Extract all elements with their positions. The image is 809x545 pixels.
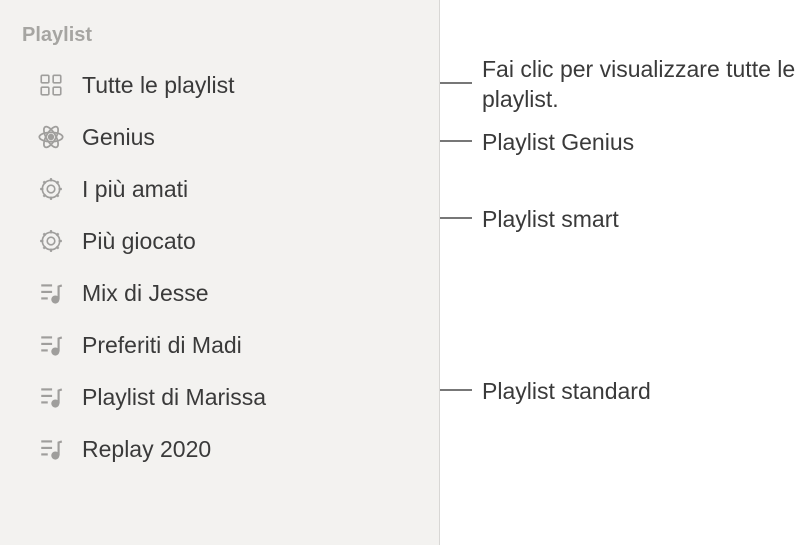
playlist-label: I più amati (82, 176, 188, 203)
playlist-sidebar: Playlist Tutte le playlist Genius (0, 0, 440, 545)
sidebar-item-mix-jesse[interactable]: Mix di Jesse (20, 267, 419, 319)
sidebar-item-replay[interactable]: Replay 2020 (20, 423, 419, 475)
annotation-smart: Playlist smart (482, 205, 619, 235)
sidebar-item-pref-madi[interactable]: Preferiti di Madi (20, 319, 419, 371)
playlist-label: Playlist di Marissa (82, 384, 266, 411)
gear-icon (36, 174, 66, 204)
sidebar-item-loved[interactable]: I più amati (20, 163, 419, 215)
gear-icon (36, 226, 66, 256)
playlist-label: Genius (82, 124, 155, 151)
atom-icon (36, 122, 66, 152)
annotation-area: Fai clic per visualizzare tutte le playl… (440, 0, 809, 545)
sidebar-item-genius[interactable]: Genius (20, 111, 419, 163)
playlist-label: Replay 2020 (82, 436, 211, 463)
sidebar-item-most-played[interactable]: Più giocato (20, 215, 419, 267)
music-list-icon (36, 434, 66, 464)
annotation-genius: Playlist Genius (482, 128, 634, 158)
sidebar-item-marissa[interactable]: Playlist di Marissa (20, 371, 419, 423)
playlist-label: Più giocato (82, 228, 196, 255)
sidebar-item-all-playlists[interactable]: Tutte le playlist (20, 59, 419, 111)
music-list-icon (36, 382, 66, 412)
sidebar-header: Playlist (20, 24, 419, 47)
playlist-label: Preferiti di Madi (82, 332, 242, 359)
grid-icon (36, 70, 66, 100)
annotation-all: Fai clic per visualizzare tutte le playl… (482, 55, 809, 115)
music-list-icon (36, 330, 66, 360)
annotation-standard: Playlist standard (482, 377, 651, 407)
playlist-label: Mix di Jesse (82, 280, 209, 307)
music-list-icon (36, 278, 66, 308)
playlist-label: Tutte le playlist (82, 72, 235, 99)
